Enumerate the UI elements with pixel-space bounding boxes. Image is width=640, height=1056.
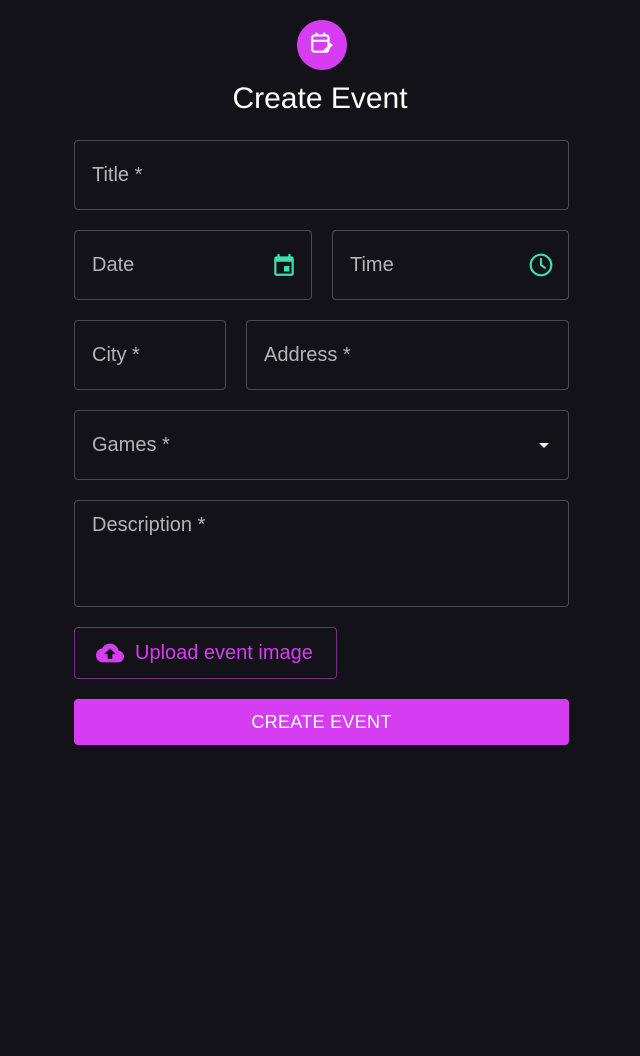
- cloud-upload-icon: [96, 639, 124, 667]
- page-title: Create Event: [232, 82, 408, 115]
- address-field[interactable]: Address *: [246, 320, 569, 390]
- create-event-page: Create Event Title * Date Time City * Ad…: [0, 0, 640, 1056]
- upload-image-button[interactable]: Upload event image: [74, 627, 337, 679]
- games-select[interactable]: Games *: [74, 410, 569, 480]
- upload-label: Upload event image: [135, 641, 313, 664]
- calendar-icon[interactable]: [271, 252, 297, 278]
- clock-icon[interactable]: [528, 252, 554, 278]
- avatar: [297, 20, 347, 70]
- date-label: Date: [92, 254, 135, 276]
- time-label: Time: [350, 254, 394, 276]
- city-label: City *: [92, 344, 140, 366]
- title-field[interactable]: Title *: [74, 140, 569, 210]
- date-field[interactable]: Date: [74, 230, 312, 300]
- description-field[interactable]: Description *: [74, 500, 569, 607]
- games-label: Games *: [92, 434, 170, 456]
- address-label: Address *: [264, 344, 351, 366]
- dropdown-arrow-icon[interactable]: [531, 432, 557, 458]
- create-event-label: CREATE EVENT: [251, 711, 392, 732]
- title-label: Title *: [92, 164, 143, 186]
- time-field[interactable]: Time: [332, 230, 569, 300]
- calendar-edit-icon: [309, 30, 335, 61]
- city-field[interactable]: City *: [74, 320, 226, 390]
- description-label: Description *: [92, 514, 206, 536]
- create-event-button[interactable]: CREATE EVENT: [74, 699, 569, 745]
